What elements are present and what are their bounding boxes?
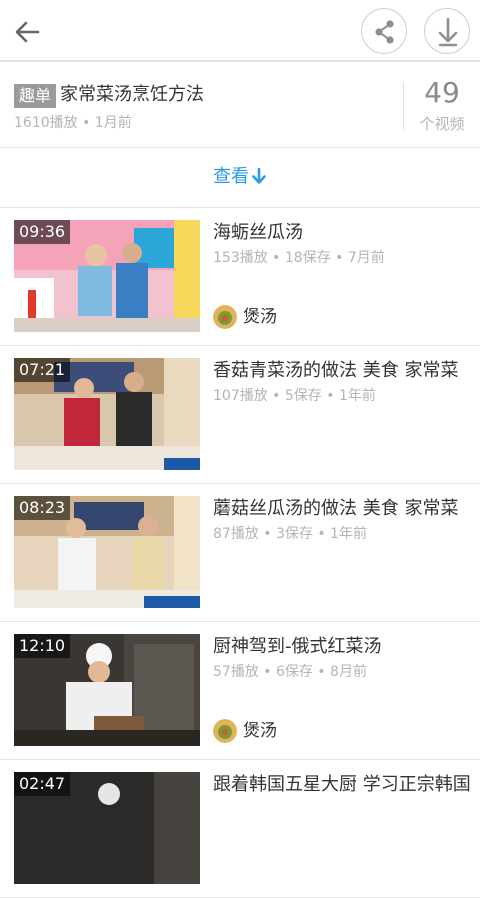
playlist-badge: 趣单 xyxy=(14,84,57,108)
avatar xyxy=(213,305,237,329)
playlist-meta: 1610播放 • 1月前 xyxy=(14,115,132,131)
video-title: 厨神驾到-俄式红菜汤 xyxy=(213,636,382,657)
video-item[interactable]: 09:36 海蛎丝瓜汤 153播放 • 18保存 • 7月前 煲汤 xyxy=(0,208,480,346)
video-duration: 02:47 xyxy=(14,772,71,796)
video-meta: 107播放 • 5保存 • 1年前 xyxy=(213,388,376,404)
video-title: 跟着韩国五星大厨 学习正宗韩国 xyxy=(213,774,471,795)
video-item[interactable]: 07:21 香菇青菜汤的做法 美食 家常菜 107播放 • 5保存 • 1年前 xyxy=(0,346,480,484)
video-title: 海蛎丝瓜汤 xyxy=(213,222,303,243)
video-meta: 57播放 • 6保存 • 8月前 xyxy=(213,664,367,680)
video-meta: 87播放 • 3保存 • 1年前 xyxy=(213,526,367,542)
video-thumbnail[interactable]: 02:47 xyxy=(14,772,200,884)
back-button[interactable] xyxy=(12,16,44,48)
video-count-label: 个视频 xyxy=(419,115,465,133)
video-duration: 07:21 xyxy=(14,358,71,382)
video-thumbnail[interactable]: 07:21 xyxy=(14,358,200,470)
uploader-name: 煲汤 xyxy=(243,307,277,327)
video-title: 蘑菇丝瓜汤的做法 美食 家常菜 xyxy=(213,498,459,519)
download-arrow-icon xyxy=(438,17,458,47)
video-thumbnail[interactable]: 09:36 xyxy=(14,220,200,332)
video-duration: 08:23 xyxy=(14,496,71,520)
video-thumbnail[interactable]: 08:23 xyxy=(14,496,200,608)
view-more-row: 查看 xyxy=(0,148,480,208)
video-duration: 12:10 xyxy=(14,634,71,658)
arrow-left-icon xyxy=(15,21,40,43)
video-duration: 09:36 xyxy=(14,220,71,244)
video-item[interactable]: 02:47 跟着韩国五星大厨 学习正宗韩国 xyxy=(0,760,480,898)
share-button[interactable] xyxy=(361,8,407,54)
video-item[interactable]: 12:10 厨神驾到-俄式红菜汤 57播放 • 6保存 • 8月前 煲汤 xyxy=(0,622,480,760)
uploader-name: 煲汤 xyxy=(243,721,277,741)
top-bar xyxy=(0,0,480,62)
video-thumbnail[interactable]: 12:10 xyxy=(14,634,200,746)
view-more-button[interactable]: 查看 xyxy=(213,164,267,190)
video-item[interactable]: 08:23 蘑菇丝瓜汤的做法 美食 家常菜 87播放 • 3保存 • 1年前 xyxy=(0,484,480,622)
video-title: 香菇青菜汤的做法 美食 家常菜 xyxy=(213,360,459,381)
view-more-label: 查看 xyxy=(213,166,249,187)
download-button[interactable] xyxy=(424,8,470,54)
arrow-down-icon xyxy=(252,167,266,184)
video-meta: 153播放 • 18保存 • 7月前 xyxy=(213,250,385,266)
avatar xyxy=(213,719,237,743)
playlist-title: 家常菜汤烹饪方法 xyxy=(60,84,204,105)
playlist-header[interactable]: 趣单 家常菜汤烹饪方法 1610播放 • 1月前 49 个视频 xyxy=(0,64,480,148)
video-count: 49 xyxy=(424,76,460,109)
share-icon xyxy=(375,20,394,44)
